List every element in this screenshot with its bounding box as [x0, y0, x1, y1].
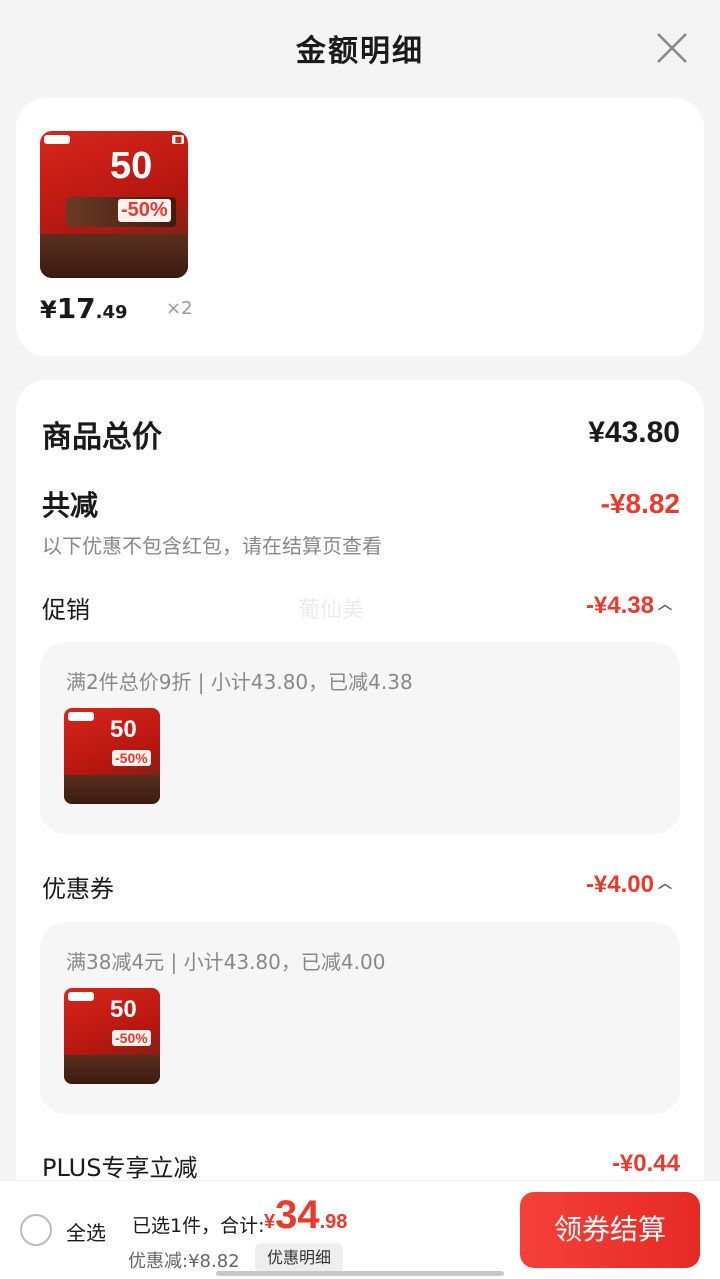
home-indicator[interactable]	[216, 1271, 504, 1276]
total-value: ¥43.80	[588, 416, 680, 449]
coupon-value: -¥4.00	[585, 871, 654, 898]
reduce-note: 以下优惠不包含红包，请在结算页查看	[42, 534, 382, 558]
promotion-label: 促销	[42, 596, 90, 624]
thumb-percent: -50%	[112, 1030, 151, 1046]
select-all-radio[interactable]	[20, 1214, 52, 1246]
brand-logo	[68, 712, 94, 721]
thumb-percent: -50%	[112, 750, 151, 766]
close-icon[interactable]	[654, 30, 690, 66]
checkout-bar: 全选 已选1件，合计: ¥34.98 优惠减:¥8.82 优惠明细 领券结算	[0, 1180, 720, 1279]
reduce-value: -¥8.82	[600, 488, 680, 519]
brand-logo	[68, 992, 94, 1001]
plus-value: -¥0.44	[611, 1150, 680, 1177]
coupon-label: 优惠券	[42, 875, 114, 903]
sheet-header: 金额明细	[0, 0, 720, 98]
coupon-product-image[interactable]: 50 -50%	[64, 988, 160, 1084]
product-quantity: ×2	[166, 298, 193, 319]
thumb-text: 50	[110, 716, 137, 743]
close-button[interactable]	[654, 30, 690, 66]
product-price: ¥17.49	[40, 292, 128, 325]
plus-label: PLUS专享立减	[42, 1154, 198, 1182]
total-label: 商品总价	[42, 420, 162, 455]
chevron-up-icon[interactable]: ︿	[658, 873, 672, 893]
select-all-label[interactable]: 全选	[66, 1217, 106, 1246]
page-title: 金额明细	[296, 34, 424, 69]
checkout-button[interactable]: 领券结算	[520, 1192, 700, 1268]
coupon-toggle[interactable]: -¥4.00 ︿	[586, 871, 672, 899]
promotion-value: -¥4.38	[585, 592, 654, 619]
thumb-text: 50	[110, 145, 153, 187]
brand-logo	[44, 135, 70, 144]
thumb-strip	[64, 775, 160, 804]
thumb-strip	[64, 1055, 160, 1084]
selected-info: 已选1件，合计:	[132, 1215, 265, 1237]
thumb-strip	[40, 233, 188, 278]
promotion-toggle[interactable]: -¥4.38 ︿	[586, 592, 672, 620]
promotion-product-image[interactable]: 50 -50%	[64, 708, 160, 804]
coupon-detail-box: 满38减4元 | 小计43.80，已减4.00 50 -50%	[40, 922, 680, 1114]
thumb-percent: -50%	[118, 199, 171, 222]
thumb-text: 50	[110, 996, 137, 1023]
watermark: 葡仙美	[298, 598, 365, 623]
total-price: ¥34.98	[264, 1193, 348, 1237]
discount-detail-button[interactable]: 优惠明细	[255, 1243, 344, 1273]
chevron-up-icon[interactable]: ︿	[658, 594, 672, 614]
promotion-detail: 满2件总价9折 | 小计43.80，已减4.38	[66, 670, 413, 694]
discount-info: 优惠减:¥8.82	[128, 1251, 240, 1272]
product-image[interactable]: ■ 50 -50%	[40, 131, 188, 278]
coupon-detail: 满38减4元 | 小计43.80，已减4.00	[66, 950, 386, 974]
reduce-label: 共减	[42, 489, 99, 522]
promotion-detail-box: 满2件总价9折 | 小计43.80，已减4.38 50 -50%	[40, 642, 680, 834]
tag-badge: ■	[172, 135, 184, 144]
